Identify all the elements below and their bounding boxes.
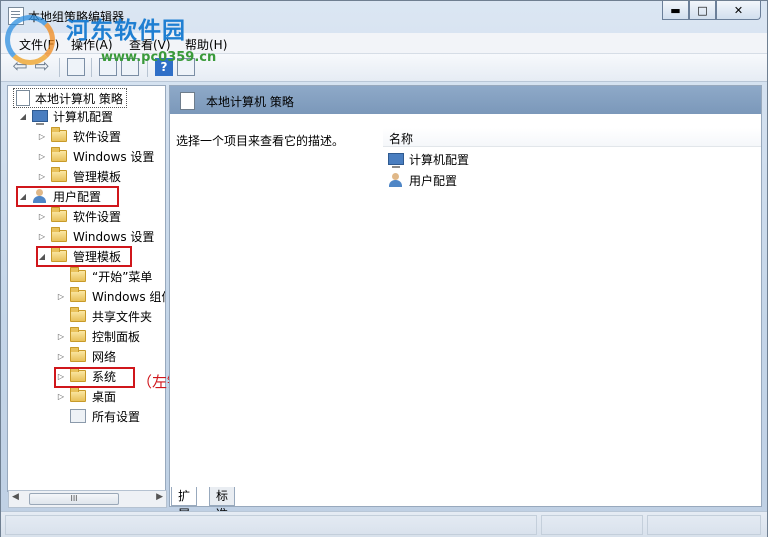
maximize-button[interactable]: □ [689,1,716,20]
tree-root[interactable]: 本地计算机 策略 [13,88,127,108]
policy-icon [180,92,195,110]
folder-icon [70,307,86,322]
tree-cc-admin[interactable]: ▷ 管理模板 [37,167,121,185]
close-button[interactable]: ✕ [716,1,761,20]
expand-icon[interactable]: ▷ [56,332,66,341]
scroll-left-icon[interactable]: ◀ [12,492,19,502]
tree-horizontal-scrollbar[interactable]: ◀ III ▶ [8,490,167,508]
details-title: 本地计算机 策略 [206,95,294,109]
highlight-system [54,367,135,388]
tree-start-menu[interactable]: “开始”菜单 [56,267,152,285]
computer-icon [388,153,404,168]
tab-extended[interactable]: 扩展 [171,487,198,521]
scroll-right-icon[interactable]: ▶ [156,492,163,502]
status-bar [1,511,767,537]
list-item-computer-config[interactable]: 计算机配置 [388,150,469,168]
minimize-button[interactable]: ▬ [662,1,689,20]
computer-icon [32,110,48,125]
list-item-user-config[interactable]: 用户配置 [388,171,457,189]
tree-uc-software[interactable]: ▷ 软件设置 [37,207,121,225]
scroll-thumb[interactable]: III [29,493,119,505]
folder-icon [70,387,86,402]
watermark-site-name: 河东软件园 [66,17,186,44]
watermark-logo-icon [5,15,55,65]
details-header: 本地计算机 策略 [170,86,761,114]
status-segment [647,515,761,535]
expand-icon[interactable]: ▷ [37,232,47,241]
tree-pane: 本地计算机 策略 ◢ 计算机配置 ▷ 软件设置 ▷ Windows 设置 ▷ 管… [7,85,166,492]
status-segment [541,515,643,535]
app-window: 本地组策略编辑器 ▬ □ ✕ 文件(F) 操作(A) 查看(V) 帮助(H) ⇦… [0,0,768,537]
column-header-name[interactable]: 名称 [383,128,761,147]
folder-icon [51,227,67,242]
tree-shared-folders[interactable]: 共享文件夹 [56,307,152,325]
folder-icon [51,147,67,162]
status-segment [5,515,537,535]
tree-all-settings[interactable]: 所有设置 [56,407,140,425]
collapse-icon[interactable]: ◢ [18,112,28,121]
highlight-admin-templates [36,246,132,267]
tree-windows-components[interactable]: ▷ Windows 组件 [56,287,165,305]
expand-icon[interactable]: ▷ [37,172,47,181]
tree-desktop[interactable]: ▷ 桌面 [56,387,116,405]
folder-icon [70,287,86,302]
tree-control-panel[interactable]: ▷ 控制面板 [56,327,140,345]
expand-icon[interactable]: ▷ [37,152,47,161]
highlight-user-config [16,186,119,207]
expand-icon[interactable]: ▷ [37,132,47,141]
tree-computer-config[interactable]: ◢ 计算机配置 [18,107,113,125]
folder-icon [70,267,86,282]
folder-icon [70,347,86,362]
details-pane: 本地计算机 策略 选择一个项目来查看它的描述。 名称 计算机配置 用户配置 [169,85,762,507]
folder-icon [51,207,67,222]
show-hide-tree-icon[interactable] [67,58,85,76]
expand-icon[interactable]: ▷ [56,352,66,361]
watermark-url: www.pc0359.cn [101,50,217,65]
expand-icon[interactable]: ▷ [56,292,66,301]
tab-standard[interactable]: 标准 [209,487,236,521]
policy-icon [16,90,30,106]
tree-cc-windows[interactable]: ▷ Windows 设置 [37,147,154,165]
all-settings-icon [70,409,86,423]
user-icon [388,173,404,187]
folder-icon [70,327,86,342]
tree-uc-windows[interactable]: ▷ Windows 设置 [37,227,154,245]
folder-icon [51,167,67,182]
folder-icon [51,127,67,142]
expand-icon[interactable]: ▷ [56,392,66,401]
tree-network[interactable]: ▷ 网络 [56,347,116,365]
description-text: 选择一个项目来查看它的描述。 [176,134,345,148]
expand-icon[interactable]: ▷ [37,212,47,221]
tree-cc-software[interactable]: ▷ 软件设置 [37,127,121,145]
